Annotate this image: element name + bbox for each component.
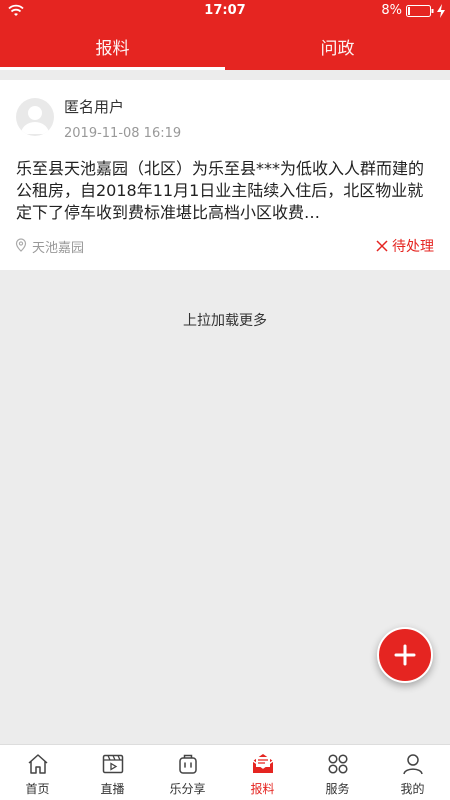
nav-service-label: 服务: [325, 782, 350, 796]
nav-live[interactable]: 直播: [75, 745, 150, 800]
share-bag-icon: [178, 754, 197, 774]
post-content: 乐至县天池嘉园（北区）为乐至县***为低收入人群而建的公租房，自2018年11月…: [16, 159, 425, 222]
nav-share[interactable]: 乐分享: [150, 745, 225, 800]
nav-home[interactable]: 首页: [0, 745, 75, 800]
charging-icon: [437, 4, 445, 18]
tab-inquiry-label: 问政: [320, 38, 355, 59]
user-icon: [402, 754, 423, 775]
post-timestamp: 2019-11-08 16:19: [64, 126, 182, 141]
nav-home-label: 首页: [25, 782, 50, 796]
battery-icon: [406, 5, 434, 17]
mail-report-icon: [252, 754, 273, 773]
nav-mine[interactable]: 我的: [375, 745, 450, 800]
status-bar: 17:07 8%: [0, 0, 450, 22]
tab-report[interactable]: 报料: [0, 22, 225, 70]
post-status-label: 待处理: [392, 239, 434, 255]
location-pin-icon: [15, 238, 27, 252]
post-username: 匿名用户: [64, 98, 125, 116]
add-report-button[interactable]: [377, 627, 433, 683]
plus-icon: [394, 644, 416, 666]
load-more-hint: 上拉加载更多: [183, 313, 267, 329]
grid-icon: [327, 754, 348, 774]
nav-report[interactable]: 报料: [225, 745, 300, 800]
post-location: 天池嘉园: [32, 241, 85, 256]
nav-live-label: 直播: [100, 782, 125, 796]
bottom-nav: 首页 直播 乐分享 报料 服务 我的: [0, 744, 450, 800]
tab-report-label: 报料: [95, 38, 130, 59]
video-icon: [102, 754, 123, 774]
home-icon: [28, 754, 47, 774]
tab-inquiry[interactable]: 问政: [225, 22, 450, 70]
nav-report-label: 报料: [250, 782, 275, 796]
close-x-icon: [376, 240, 388, 252]
nav-mine-label: 我的: [400, 782, 425, 796]
avatar-placeholder-icon: [21, 106, 49, 134]
nav-share-label: 乐分享: [169, 782, 206, 796]
battery-percent: 8%: [381, 3, 402, 18]
nav-service[interactable]: 服务: [300, 745, 375, 800]
post-status: 待处理: [376, 236, 434, 256]
avatar: [16, 98, 54, 136]
top-tabs: 报料 问政: [0, 22, 450, 70]
